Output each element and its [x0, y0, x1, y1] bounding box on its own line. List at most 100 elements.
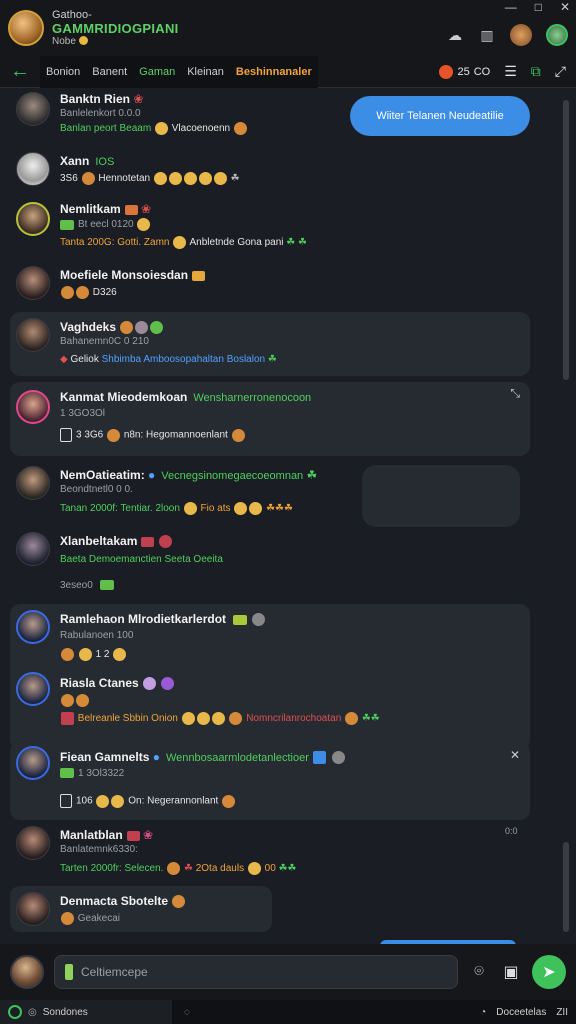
scrollbar-thumb[interactable] — [563, 100, 569, 380]
chat-message[interactable]: Manlatblan ❀ Banlatemnk6330: Tarten 2000… — [10, 820, 530, 884]
message-timestamp: 0:0 — [505, 826, 518, 836]
close-icon[interactable]: ✕ — [510, 748, 520, 762]
profile-avatar-icon[interactable] — [546, 24, 568, 46]
tab-bonion[interactable]: Bonion — [46, 66, 80, 78]
message-text: Baeta Demoemanctien Seeta Oeeita — [60, 554, 223, 565]
outgoing-message-bubble[interactable]: Wiiter Telanen Neudeatilie — [350, 96, 530, 136]
message-text-2: On: Negerannonlant — [128, 795, 219, 807]
minimize-button[interactable]: — — [505, 0, 517, 14]
user-avatar[interactable] — [16, 202, 50, 236]
checkbox-icon[interactable] — [60, 794, 72, 808]
message-subtitle: Beondtnetl0 0 0. — [60, 484, 133, 495]
user-avatar[interactable] — [16, 92, 50, 126]
friend-avatar-icon[interactable] — [510, 24, 532, 46]
cloud-icon[interactable]: ☁ — [446, 26, 464, 44]
info-icon[interactable]: ◔ — [480, 1007, 486, 1018]
scrollbar-thumb-lower[interactable] — [563, 842, 569, 932]
send-button[interactable]: ➤ — [532, 955, 566, 989]
chat-message[interactable]: Fiean Gamnelts ● Wennbosaarmlodetanlectio… — [10, 742, 530, 820]
title-bar: Gathoo- GAMMRIDIOGPIANI Nobe ☁ ▥ — □ ✕ — [0, 0, 576, 56]
camera-icon[interactable]: ⌾ — [468, 961, 490, 983]
message-text: Tarten 2000fr: Selecen. — [60, 863, 164, 875]
user-avatar[interactable] — [16, 318, 50, 352]
user-avatar[interactable] — [16, 826, 50, 860]
chat-message[interactable]: Denmacta Sbotelte Geakecai — [10, 886, 272, 932]
message-text: 3 3G6 — [76, 429, 104, 441]
collapse-icon[interactable]: ⤡ — [510, 386, 520, 401]
message-text: D326 — [92, 287, 117, 299]
scrollbar[interactable] — [562, 92, 570, 942]
chat-feed[interactable]: Banktn Rien ❀ Banlelenkort 0.0.0 Banlan … — [0, 88, 560, 944]
message-subtitle: Geakecai — [77, 913, 121, 925]
user-avatar[interactable] — [16, 672, 50, 706]
status-bar: ◎ Sondones ◌ ◔ Doceetelas ZII — [0, 1000, 576, 1024]
status-ring-icon[interactable] — [8, 1005, 22, 1019]
app-subtitle: Gathoo- — [52, 8, 92, 21]
back-arrow-icon[interactable]: ← — [0, 60, 40, 83]
message-author: Kanmat Mieodemkoan — [60, 390, 188, 404]
user-avatar[interactable] — [16, 152, 50, 186]
user-avatar[interactable] — [16, 266, 50, 300]
user-avatar[interactable] — [16, 466, 50, 500]
chat-message[interactable]: Xann IOS 3S6 Hennotetan ☘ — [10, 146, 530, 196]
message-text: Belreanle Sbbin Onion — [77, 713, 178, 725]
tab-beshinnanaler[interactable]: Beshinnanaler — [236, 66, 312, 78]
chat-message-group[interactable]: Ramlehaon Mlrodietkarlerdot Rabulanoen 1… — [10, 604, 530, 750]
message-subtitle: 1 3GO3Ol — [60, 408, 106, 419]
search-icon[interactable]: ◎ — [28, 1007, 37, 1018]
message-input[interactable]: Celtiemcepe — [54, 955, 458, 989]
message-text-2: Anbletnde Gona pani — [189, 237, 284, 249]
message-tag: IOS — [95, 156, 115, 168]
message-tag: Wensharnerronenocoon — [193, 392, 312, 404]
tray-icon[interactable]: ZII — [556, 1007, 568, 1018]
message-author: Ramlehaon Mlrodietkarlerdot — [60, 612, 227, 626]
app-status: Nobe — [52, 35, 179, 48]
tab-kleinan[interactable]: Kleinan — [187, 66, 224, 78]
my-avatar[interactable] — [10, 955, 44, 989]
checkbox-icon[interactable] — [60, 428, 72, 442]
message-composer: Celtiemcepe ⌾ ▣ ➤ — [0, 944, 576, 1000]
chat-message[interactable]: Nemlitkam ❀ Bt eecl 0120 Tanta 200G: Got… — [10, 196, 530, 260]
message-tag: Vecnegsinomegaecoeomnan — [161, 470, 304, 482]
message-author: Xann — [60, 154, 90, 168]
status-left-label: Sondones — [42, 1006, 88, 1018]
attachment-icon[interactable] — [65, 964, 73, 980]
message-text: Geliok — [70, 354, 99, 365]
notification-badge[interactable]: 25 CO — [439, 64, 490, 79]
maximize-button[interactable]: □ — [535, 0, 542, 14]
user-avatar[interactable] — [16, 390, 50, 424]
message-text: 106 — [76, 795, 93, 807]
message-author: Manlatblan — [60, 828, 123, 842]
expand-icon[interactable]: ⤢ — [555, 63, 566, 80]
menu-icon[interactable]: ☰ — [504, 63, 517, 80]
message-text-2: Nomncrilanrochoatan — [246, 713, 342, 725]
chat-message[interactable]: Vaghdeks Bahanemn0C 0 210 ◆ Geliok Shbim… — [10, 312, 530, 376]
chat-message[interactable]: NemOatieatim: ● Vecnegsinomegaecoeomnan ☘… — [10, 462, 530, 526]
message-text-2: Fio ats — [200, 503, 231, 515]
nav-row: ← Bonion Banent Gaman Kleinan Beshinnana… — [0, 55, 576, 88]
image-icon[interactable]: ▣ — [500, 961, 522, 983]
refresh-icon[interactable]: ◌ — [184, 1007, 190, 1018]
window-controls: — □ ✕ — [505, 0, 570, 14]
user-avatar[interactable] — [16, 532, 50, 566]
message-author: Nemlitkam — [60, 202, 121, 216]
chat-message[interactable]: Kanmat Mieodemkoan Wensharnerronenocoon 1… — [10, 382, 530, 456]
chat-message[interactable]: Xlanbeltakam Baeta Demoemanctien Seeta O… — [10, 528, 530, 598]
user-avatar[interactable] — [16, 610, 50, 644]
screen-share-icon[interactable]: ⧉ — [531, 63, 541, 80]
message-text: Tanan 2000f: Tentiar. 2loon — [60, 503, 180, 515]
close-button[interactable]: ✕ — [560, 0, 570, 14]
message-author: Riasla Ctanes — [60, 676, 139, 690]
user-avatar[interactable] — [16, 746, 50, 780]
message-text-2: n8n: Hegomannoenlant — [123, 429, 228, 441]
message-text: 1 2 — [95, 649, 110, 661]
tab-gaman[interactable]: Gaman — [139, 66, 175, 78]
signal-icon[interactable]: ▥ — [478, 26, 496, 44]
message-author: Banktn Rien — [60, 92, 131, 106]
app-titles: Gathoo- GAMMRIDIOGPIANI Nobe — [52, 9, 179, 48]
tab-banent[interactable]: Banent — [92, 66, 127, 78]
user-avatar[interactable] — [16, 892, 50, 926]
app-name: GAMMRIDIOGPIANI — [52, 20, 179, 36]
message-text-2: Hennotetan — [98, 173, 151, 185]
chat-message[interactable]: Moefiele Monsoiesdan D326 — [10, 260, 530, 312]
